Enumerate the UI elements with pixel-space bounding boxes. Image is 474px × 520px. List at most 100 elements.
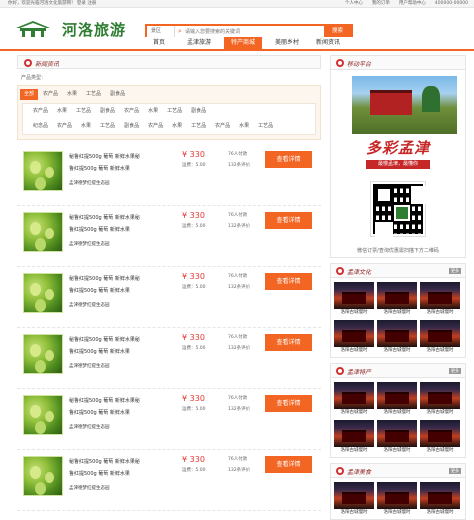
gallery-photo[interactable]: [377, 382, 417, 409]
sub-category-item[interactable]: 工艺品: [72, 106, 95, 117]
category-craft[interactable]: 工艺品: [82, 89, 105, 100]
view-detail-button[interactable]: 查看详情: [265, 334, 312, 351]
gallery-caption: 洛阳古城慢时: [340, 348, 368, 353]
gallery-photo[interactable]: [334, 482, 374, 509]
product-reviews[interactable]: 132条评价: [228, 345, 250, 351]
sub-category-item[interactable]: 工艺品: [254, 121, 277, 132]
search-category-select[interactable]: 景区: [147, 26, 175, 37]
gallery-photo[interactable]: [377, 282, 417, 309]
gallery-item[interactable]: 洛阳古城慢时: [420, 382, 460, 417]
search-input[interactable]: [185, 26, 324, 37]
sub-category-item[interactable]: 工艺品: [187, 121, 210, 132]
sub-category-row: 农产品 水果 工艺品 副食品 农产品 水果 工艺品 副食品: [23, 104, 315, 119]
search-button[interactable]: 搜索: [324, 26, 351, 37]
sub-category-item[interactable]: 工艺品: [96, 121, 119, 132]
view-detail-button[interactable]: 查看详情: [265, 395, 312, 412]
gallery-photo[interactable]: [420, 482, 460, 509]
gallery-item[interactable]: 洛阳古城慢时: [377, 320, 417, 355]
sub-category-item[interactable]: 水果: [53, 106, 71, 117]
more-link[interactable]: 更多: [449, 368, 461, 374]
sub-category-item[interactable]: 水果: [77, 121, 95, 132]
user-center-link[interactable]: 个人中心: [345, 0, 363, 8]
gallery-item[interactable]: 洛阳古城慢时: [420, 282, 460, 317]
product-name[interactable]: 秘鲁红提500g 葡萄 新鲜水果秘鲁红提500g 葡萄 新鲜水果: [69, 395, 144, 419]
sub-category-item[interactable]: 农产品: [144, 121, 167, 132]
sub-category-item[interactable]: 农产品: [53, 121, 76, 132]
product-reviews[interactable]: 132条评价: [228, 284, 250, 290]
view-detail-button[interactable]: 查看详情: [265, 212, 312, 229]
sub-category-item[interactable]: 农产品: [120, 106, 143, 117]
more-link[interactable]: 更多: [449, 268, 461, 274]
gallery-item[interactable]: 洛阳古城慢时: [377, 482, 417, 517]
product-image[interactable]: [23, 151, 63, 191]
product-reviews[interactable]: 132条评价: [228, 406, 250, 412]
product-name[interactable]: 秘鲁红提500g 葡萄 新鲜水果秘鲁红提500g 葡萄 新鲜水果: [69, 456, 144, 480]
sub-category-item[interactable]: 水果: [235, 121, 253, 132]
product-name[interactable]: 秘鲁红提500g 葡萄 新鲜水果秘鲁红提500g 葡萄 新鲜水果: [69, 212, 144, 236]
sub-category-item[interactable]: 农产品: [29, 106, 52, 117]
sub-category-item[interactable]: 水果: [168, 121, 186, 132]
gallery-item[interactable]: 洛阳古城慢时: [377, 420, 417, 455]
product-image[interactable]: [23, 273, 63, 313]
nav-beautiful-village[interactable]: 美丽乡村: [268, 37, 306, 49]
welcome-text: 你好，欢迎光临河洛文化旅游网！ 登录 注册: [8, 1, 97, 6]
gallery-item[interactable]: 洛阳古城慢时: [334, 382, 374, 417]
sub-category-item[interactable]: 纪念品: [29, 121, 52, 132]
product-name[interactable]: 秘鲁红提500g 葡萄 新鲜水果秘鲁红提500g 葡萄 新鲜水果: [69, 273, 144, 297]
category-all[interactable]: 全部: [20, 89, 39, 100]
gallery-item[interactable]: 洛阳古城慢时: [334, 482, 374, 517]
gallery-item[interactable]: 洛阳古城慢时: [334, 420, 374, 455]
gallery-photo[interactable]: [334, 420, 374, 447]
product-price: ¥ 330: [182, 394, 205, 403]
nav-home[interactable]: 首页: [140, 37, 178, 49]
more-link[interactable]: 更多: [449, 468, 461, 474]
product-name[interactable]: 秘鲁红提500g 葡萄 新鲜水果秘鲁红提500g 葡萄 新鲜水果: [69, 151, 144, 175]
gallery-item[interactable]: 洛阳古城慢时: [420, 482, 460, 517]
gallery-photo[interactable]: [377, 420, 417, 447]
nav-specialty-mall[interactable]: 特产商城: [224, 37, 262, 49]
gallery-photo[interactable]: [377, 482, 417, 509]
nav-news[interactable]: 新闻资讯: [309, 37, 347, 49]
view-detail-button[interactable]: 查看详情: [265, 151, 312, 168]
gallery-photo[interactable]: [334, 320, 374, 347]
product-name[interactable]: 秘鲁红提500g 葡萄 新鲜水果秘鲁红提500g 葡萄 新鲜水果: [69, 334, 144, 358]
help-center-link[interactable]: 用户帮助中心: [399, 0, 426, 8]
gallery-photo[interactable]: [420, 382, 460, 409]
gallery-item[interactable]: 洛阳古城慢时: [420, 420, 460, 455]
gallery-photo[interactable]: [420, 282, 460, 309]
view-detail-button[interactable]: 查看详情: [265, 273, 312, 290]
gallery-item[interactable]: 洛阳古城慢时: [334, 320, 374, 355]
nav-mengjin-tourism[interactable]: 孟津旅游: [180, 37, 218, 49]
product-reviews[interactable]: 132条评价: [228, 223, 250, 229]
product-reviews[interactable]: 132条评价: [228, 162, 250, 168]
gallery-photo[interactable]: [334, 282, 374, 309]
product-reviews[interactable]: 132条评价: [228, 467, 250, 473]
gallery-item[interactable]: 洛阳古城慢时: [377, 282, 417, 317]
gallery-photo[interactable]: [420, 420, 460, 447]
gallery-item[interactable]: 洛阳古城慢时: [334, 282, 374, 317]
gallery-photo[interactable]: [377, 320, 417, 347]
gallery-list: 孟津文化 更多 洛阳古城慢时 洛阳古城慢时 洛阳古城慢时 洛阳古城慢时 洛阳古城慢时 洛阳古城…: [330, 263, 466, 520]
sub-category-item[interactable]: 工艺品: [163, 106, 186, 117]
sub-category-row: 纪念品 农产品 水果 工艺品 副食品 农产品 水果 工艺品 农产品 水果 工艺品: [23, 119, 315, 134]
product-shipping: 运费：5.00: [182, 163, 206, 168]
category-agri[interactable]: 农产品: [39, 89, 62, 100]
view-detail-button[interactable]: 查看详情: [265, 456, 312, 473]
gallery-item[interactable]: 洛阳古城慢时: [377, 382, 417, 417]
my-orders-link[interactable]: 我的订单: [372, 0, 390, 8]
product-image[interactable]: [23, 334, 63, 374]
gallery-photo[interactable]: [420, 320, 460, 347]
sub-category-item[interactable]: 副食品: [187, 106, 210, 117]
product-image[interactable]: [23, 395, 63, 435]
sub-category-item[interactable]: 农产品: [211, 121, 234, 132]
category-food[interactable]: 副食品: [106, 89, 129, 100]
gallery-item[interactable]: 洛阳古城慢时: [420, 320, 460, 355]
category-fruit[interactable]: 水果: [63, 89, 81, 100]
sub-category-item[interactable]: 副食品: [120, 121, 143, 132]
sub-category-item[interactable]: 水果: [144, 106, 162, 117]
product-image[interactable]: [23, 456, 63, 496]
sub-category-item[interactable]: 副食品: [96, 106, 119, 117]
product-price: ¥ 330: [182, 150, 205, 159]
gallery-photo[interactable]: [334, 382, 374, 409]
product-image[interactable]: [23, 212, 63, 252]
